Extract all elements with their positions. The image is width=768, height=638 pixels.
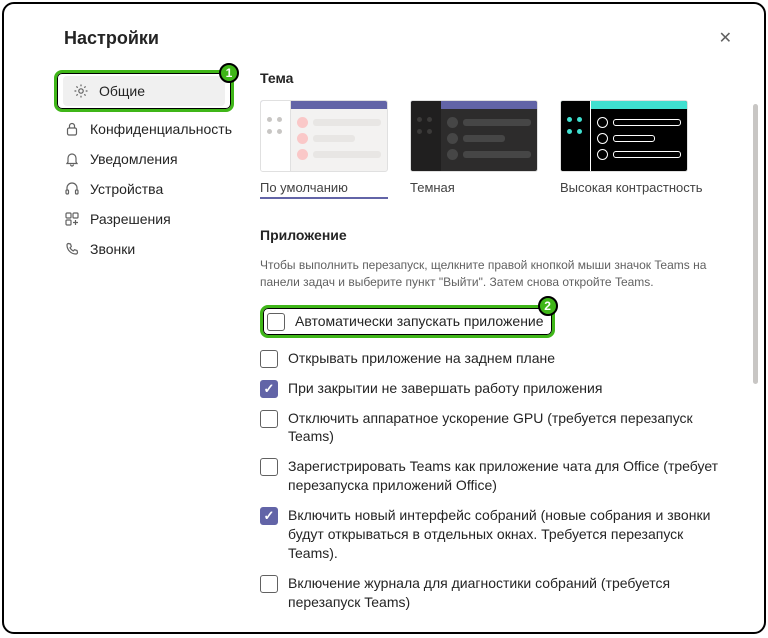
sidebar-item-notifications[interactable]: Уведомления [54,144,234,174]
sidebar-item-calls[interactable]: Звонки [54,234,234,264]
checkbox-icon [260,458,278,476]
checkbox-icon [260,380,278,398]
sidebar-item-label: Конфиденциальность [90,121,232,137]
sidebar-item-label: Звонки [90,241,135,257]
checkbox-label: Зарегистрировать Teams как приложение ча… [288,457,734,495]
theme-label: Темная [410,180,538,195]
sidebar-item-general[interactable]: Общие [63,76,225,106]
checkbox-label: Включить новый интерфейс собраний (новые… [288,506,734,563]
theme-label: По умолчанию [260,180,388,195]
checkbox-label: Открывать приложение на заднем плане [288,349,555,368]
theme-label: Высокая контрастность [560,180,703,195]
lock-icon [64,121,80,137]
main-panel: Тема По умолчанию [234,70,744,622]
app-section-title: Приложение [260,227,734,243]
sidebar-item-label: Уведомления [90,151,178,167]
checkbox-label: Отключить аппаратное ускорение GPU (треб… [288,409,734,447]
close-button[interactable]: ✕ [715,24,736,52]
sidebar-item-label: Общие [99,83,145,99]
headset-icon [64,181,80,197]
sidebar-item-label: Устройства [90,181,163,197]
annotation-badge-1: 1 [219,63,239,83]
bell-icon [64,151,80,167]
sidebar-item-devices[interactable]: Устройства [54,174,234,204]
checkbox-register-office-chat[interactable]: Зарегистрировать Teams как приложение ча… [260,457,734,495]
app-section-hint: Чтобы выполнить перезапуск, щелкните пра… [260,257,734,291]
checkbox-icon [260,410,278,428]
checkbox-autostart[interactable]: Автоматически запускать приложение [267,312,544,331]
checkbox-meeting-diagnostics-log[interactable]: Включение журнала для диагностики собран… [260,574,734,612]
theme-section-title: Тема [260,70,734,86]
checkbox-open-background[interactable]: Открывать приложение на заднем плане [260,349,734,368]
checkbox-disable-gpu[interactable]: Отключить аппаратное ускорение GPU (треб… [260,409,734,447]
page-title: Настройки [64,28,159,49]
sidebar: Общие 1 Конфиденциальность Уведомления [54,70,234,622]
gear-icon [73,83,89,99]
scrollbar[interactable] [753,104,758,384]
checkbox-icon [267,313,285,331]
theme-option-dark[interactable]: Темная [410,100,538,199]
theme-preview-default [260,100,388,172]
checkbox-icon [260,507,278,525]
checkbox-new-meeting-experience[interactable]: Включить новый интерфейс собраний (новые… [260,506,734,563]
checkbox-icon [260,575,278,593]
theme-preview-dark [410,100,538,172]
sidebar-item-privacy[interactable]: Конфиденциальность [54,114,234,144]
sidebar-item-label: Разрешения [90,211,171,227]
checkbox-label: При закрытии не завершать работу приложе… [288,379,602,398]
checkbox-keep-running-on-close[interactable]: При закрытии не завершать работу приложе… [260,379,734,398]
theme-option-high-contrast[interactable]: Высокая контрастность [560,100,703,199]
theme-option-default[interactable]: По умолчанию [260,100,388,199]
checkbox-label: Автоматически запускать приложение [295,312,544,331]
phone-icon [64,241,80,257]
sidebar-item-permissions[interactable]: Разрешения [54,204,234,234]
annotation-badge-2: 2 [538,296,558,316]
theme-preview-high-contrast [560,100,688,172]
apps-icon [64,211,80,227]
checkbox-label: Включение журнала для диагностики собран… [288,574,734,612]
checkbox-icon [260,350,278,368]
